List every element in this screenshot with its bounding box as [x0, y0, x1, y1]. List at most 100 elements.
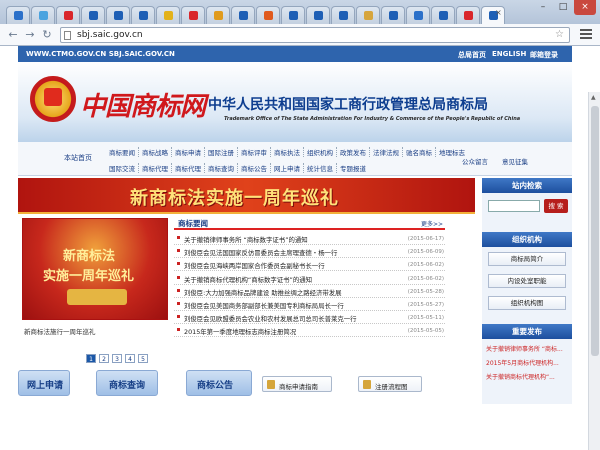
nav-item[interactable]: 专题报道: [336, 163, 369, 173]
anniversary-banner[interactable]: 新商标法实施一周年巡礼: [18, 178, 475, 214]
browser-tab[interactable]: [406, 6, 430, 24]
url-text[interactable]: sbj.saic.gov.cn: [77, 30, 143, 40]
browser-tab[interactable]: [6, 6, 30, 24]
close-window-button[interactable]: ×: [574, 0, 596, 15]
browser-tab[interactable]: [31, 6, 55, 24]
nav-item[interactable]: 商标代理: [171, 163, 204, 173]
forward-arrow-icon[interactable]: →: [23, 28, 37, 42]
nav-item[interactable]: 驰名商标: [402, 147, 435, 157]
link-mail-login[interactable]: 邮箱登录: [530, 50, 558, 60]
scroll-thumb[interactable]: [591, 106, 599, 356]
news-item[interactable]: 2015年第一季度地理标志商标注册简况 (2015-05-05): [174, 325, 445, 338]
browser-tab[interactable]: [206, 6, 230, 24]
pager-button[interactable]: 2: [99, 354, 109, 363]
nav-item[interactable]: 国际交流: [106, 163, 138, 173]
nav-item[interactable]: 法律法规: [369, 147, 402, 157]
nav-item[interactable]: 政策发布: [336, 147, 369, 157]
scroll-up-icon[interactable]: ▲: [591, 94, 596, 101]
quick-trademark-notice[interactable]: 商标公告: [186, 370, 252, 396]
nav-item[interactable]: 国际注册: [204, 147, 237, 157]
browser-tab[interactable]: [106, 6, 130, 24]
nav-opinion[interactable]: 意见征集: [502, 156, 528, 166]
browser-tab[interactable]: [156, 6, 180, 24]
link-headquarters[interactable]: 总局首页: [458, 50, 486, 60]
browser-tab[interactable]: [56, 6, 80, 24]
minimize-button[interactable]: –: [532, 0, 554, 15]
org-functions-button[interactable]: 内设处室职能: [488, 274, 566, 288]
browser-tab[interactable]: [231, 6, 255, 24]
browser-tab[interactable]: [306, 6, 330, 24]
org-intro-button[interactable]: 商标局简介: [488, 252, 566, 266]
nav-item[interactable]: 商标评审: [237, 147, 270, 157]
pager-button[interactable]: 5: [138, 354, 148, 363]
news-item[interactable]: 关于撤销律师事务所 “商标数字证书”的通知 (2015-06-17): [174, 233, 445, 245]
service-guide-button[interactable]: 商标申请指南: [262, 376, 332, 392]
favicon-icon: [214, 11, 223, 20]
pager-button[interactable]: 4: [125, 354, 135, 363]
back-arrow-icon[interactable]: ←: [6, 28, 20, 42]
nav-item[interactable]: 商标公告: [237, 163, 270, 173]
news-item-title[interactable]: 刘俊臣:大力加强商标品牌建设 助推丝绸之路经济带发展: [184, 288, 342, 297]
pager-button[interactable]: 1: [86, 354, 96, 363]
nav-public-message[interactable]: 公众留言: [462, 156, 488, 166]
nav-item[interactable]: 网上申请: [270, 163, 303, 173]
page-scrollbar[interactable]: ▲: [588, 92, 600, 450]
browser-tab[interactable]: [81, 6, 105, 24]
notice-link-1[interactable]: 关于撤销律师事务所 “商标...: [486, 344, 563, 353]
browser-tab[interactable]: [356, 6, 380, 24]
promo-caption[interactable]: 新商标法施行一周年巡礼: [24, 326, 96, 336]
pager-button[interactable]: 3: [112, 354, 122, 363]
news-item-title[interactable]: 刘俊臣会见海峡两岸国家合作委员会副秘书长一行: [184, 261, 325, 270]
close-tab-icon[interactable]: ×: [495, 8, 502, 17]
bookmark-star-icon[interactable]: ☆: [555, 29, 564, 40]
nav-item[interactable]: 商标战略: [138, 147, 171, 157]
notice-link-3[interactable]: 关于撤销商标代理机构“...: [486, 372, 555, 381]
news-item-title[interactable]: 刘俊臣会见美国商务部副部长兼美国专利商标局局长一行: [184, 301, 344, 310]
browser-tab[interactable]: [181, 6, 205, 24]
site-search-input[interactable]: [488, 200, 540, 212]
flow-chart-button[interactable]: 注册流程图: [358, 376, 422, 392]
browser-tab[interactable]: [131, 6, 155, 24]
news-item-title[interactable]: 关于撤销律师事务所 “商标数字证书”的通知: [184, 235, 308, 244]
news-item-title[interactable]: 刘俊臣会见法国国家反仿冒委员会主席理查德・杨一行: [184, 248, 337, 257]
browser-tab[interactable]: [281, 6, 305, 24]
nav-item[interactable]: 商标要闻: [106, 147, 138, 157]
news-item[interactable]: 刘俊臣会见美国商务部副部长兼美国专利商标局局长一行 (2015-05-27): [174, 299, 445, 311]
menu-icon[interactable]: [580, 29, 592, 41]
address-bar[interactable]: sbj.saic.gov.cn ☆: [60, 27, 570, 43]
news-item-title[interactable]: 刘俊臣会见欧盟委员会农业和农村发展总司总司长普莱克一行: [184, 314, 357, 323]
site-logo[interactable]: 中国商标网: [80, 86, 206, 123]
news-item[interactable]: 关于撤销商标代理机构“商标数字证书”的通知 (2015-06-02): [174, 273, 445, 285]
browser-tab[interactable]: [381, 6, 405, 24]
org-chart-button[interactable]: 组织机构图: [488, 296, 566, 310]
nav-item[interactable]: 组织机构: [303, 147, 336, 157]
maximize-button[interactable]: □: [552, 0, 574, 15]
news-item[interactable]: 刘俊臣会见海峡两岸国家合作委员会副秘书长一行 (2015-06-02): [174, 259, 445, 272]
promo-image[interactable]: 新商标法 实施一周年巡礼: [22, 218, 168, 320]
search-button[interactable]: 搜 索: [544, 199, 568, 213]
link-english[interactable]: ENGLISH: [492, 50, 526, 58]
browser-tab[interactable]: [331, 6, 355, 24]
news-more-link[interactable]: 更多>>: [421, 219, 443, 228]
reload-icon[interactable]: ↻: [40, 28, 54, 42]
browser-tab[interactable]: [456, 6, 480, 24]
news-item[interactable]: 刘俊臣会见欧盟委员会农业和农村发展总司总司长普莱克一行 (2015-05-11): [174, 312, 445, 325]
news-item-title[interactable]: 2015年第一季度地理标志商标注册简况: [184, 327, 296, 336]
browser-tab[interactable]: [431, 6, 455, 24]
browser-tab[interactable]: [256, 6, 280, 24]
nav-item[interactable]: 商标申请: [171, 147, 204, 157]
quick-trademark-search[interactable]: 商标查询: [96, 370, 158, 396]
nav-item[interactable]: 商标代理: [138, 163, 171, 173]
favicon-icon: [239, 11, 248, 20]
news-item-title[interactable]: 关于撤销商标代理机构“商标数字证书”的通知: [184, 275, 312, 284]
quick-online-apply[interactable]: 网上申请: [18, 370, 70, 396]
browser-tab[interactable]: ×: [481, 6, 505, 24]
news-item-date: (2015-06-17): [407, 236, 444, 242]
nav-item[interactable]: 商标执法: [270, 147, 303, 157]
nav-home[interactable]: 本站首页: [64, 153, 92, 163]
nav-item[interactable]: 商标查询: [204, 163, 237, 173]
news-item[interactable]: 刘俊臣会见法国国家反仿冒委员会主席理查德・杨一行 (2015-06-09): [174, 246, 445, 259]
nav-item[interactable]: 统计信息: [303, 163, 336, 173]
notice-link-2[interactable]: 2015年5月商标代理机构...: [486, 358, 559, 367]
news-item[interactable]: 刘俊臣:大力加强商标品牌建设 助推丝绸之路经济带发展 (2015-05-28): [174, 286, 445, 298]
